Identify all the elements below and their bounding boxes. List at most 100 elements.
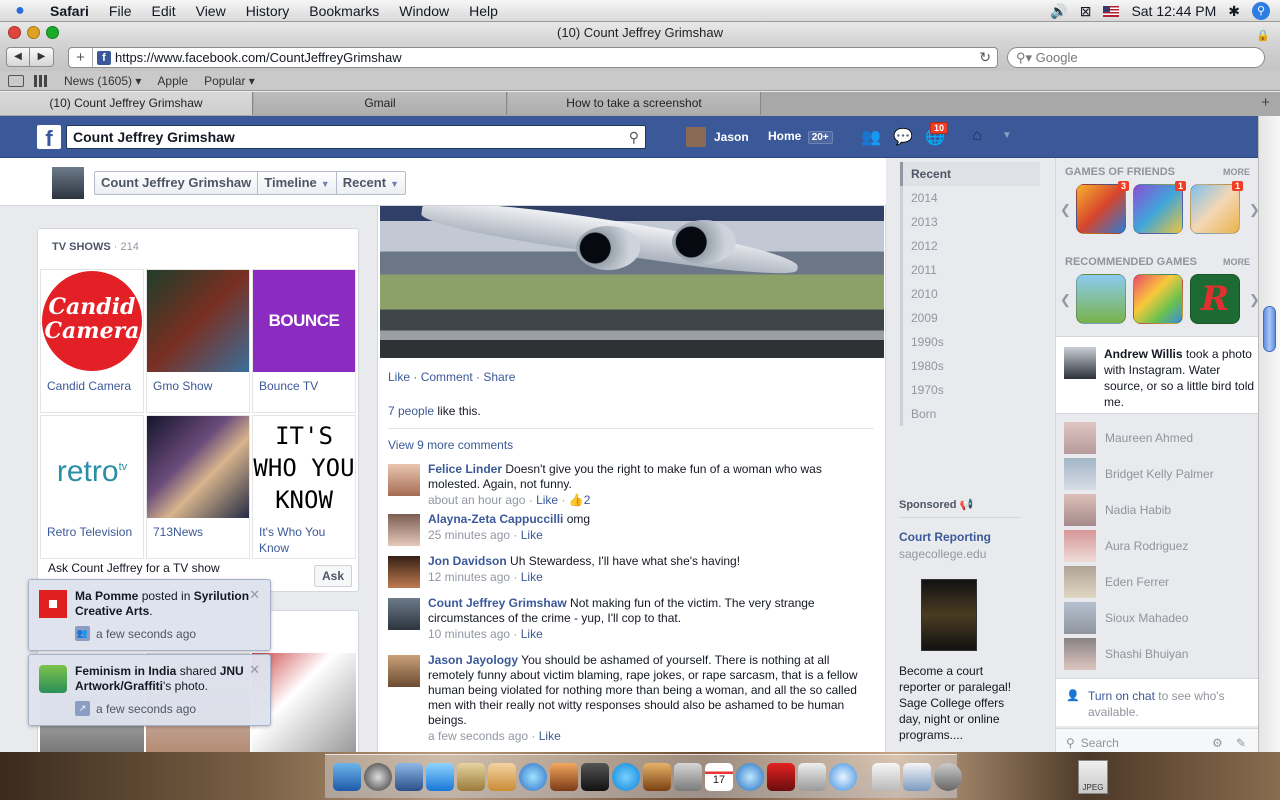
chat-friend[interactable]: Bridget Kelly Palmer: [1064, 456, 1214, 492]
bookmark-popular[interactable]: Popular ▾: [196, 74, 263, 88]
friend-requests-icon[interactable]: 👥: [860, 127, 882, 147]
address-book-icon[interactable]: [457, 762, 485, 791]
crumb-profile-name[interactable]: Count Jeffrey Grimshaw: [95, 172, 259, 194]
notification-toast[interactable]: Ma Pomme posted in Syrilution Creative A…: [28, 579, 271, 651]
add-bookmark-button[interactable]: +: [69, 48, 93, 67]
menu-bookmarks[interactable]: Bookmarks: [299, 3, 389, 19]
notification-toast[interactable]: Feminism in India shared JNU Artwork/Gra…: [28, 654, 271, 726]
ask-button[interactable]: Ask: [313, 565, 352, 587]
compose-icon[interactable]: ✎: [1236, 729, 1246, 752]
share-link[interactable]: Share: [483, 370, 515, 384]
ticker-avatar[interactable]: [1064, 347, 1096, 379]
chat-friend[interactable]: Aura Rodriguez: [1064, 528, 1214, 564]
view-more-comments-link[interactable]: View 9 more comments: [388, 438, 513, 452]
ticker-story[interactable]: Andrew Willis took a photo with Instagra…: [1056, 336, 1258, 414]
tab-screenshot[interactable]: How to take a screenshot: [508, 92, 761, 115]
skype-icon[interactable]: [612, 762, 640, 791]
chevron-left-icon[interactable]: ❮: [1060, 292, 1071, 308]
battery-icon[interactable]: ⊠: [1080, 3, 1092, 20]
ad-url[interactable]: sagecollege.edu: [899, 547, 1021, 561]
tv-show-name[interactable]: It's Who You Know: [253, 518, 355, 562]
facetime-icon[interactable]: [426, 762, 454, 791]
ticker-name[interactable]: Andrew Willis: [1104, 347, 1183, 361]
comment-time[interactable]: 12 minutes ago: [428, 570, 510, 584]
comment-time[interactable]: about an hour ago: [428, 493, 525, 507]
ad-text[interactable]: Become a court reporter or paralegal! Sa…: [899, 663, 1021, 743]
like-link[interactable]: Like: [388, 370, 410, 384]
zoom-window-button[interactable]: [46, 26, 59, 39]
commenter-name[interactable]: Jon Davidson: [428, 554, 507, 568]
tv-show-name[interactable]: Gmo Show: [147, 372, 249, 400]
close-icon[interactable]: ✕: [249, 587, 260, 603]
tv-show-name[interactable]: Bounce TV: [253, 372, 355, 400]
chat-search-input[interactable]: ⚲ Search ⚙ ✎: [1056, 728, 1258, 752]
chat-friend[interactable]: Maureen Ahmed: [1064, 420, 1214, 456]
comment-like-link[interactable]: Like: [539, 729, 561, 743]
reload-icon[interactable]: ↻: [979, 49, 991, 66]
commenter-avatar[interactable]: [388, 655, 420, 687]
apple-menu-icon[interactable]: ●: [0, 2, 40, 20]
top-sites-icon[interactable]: [34, 74, 48, 87]
game-tile[interactable]: 3: [1076, 181, 1129, 234]
desktop-jpeg-file-icon[interactable]: JPEG: [1078, 760, 1108, 794]
scrollbar-thumb[interactable]: [1263, 306, 1276, 352]
jpeg-file-icon[interactable]: [903, 762, 931, 791]
commenter-name[interactable]: Felice Linder: [428, 462, 502, 476]
menu-view[interactable]: View: [186, 3, 236, 19]
reading-list-icon[interactable]: [8, 74, 24, 87]
chat-friend[interactable]: Eden Ferrer: [1064, 564, 1214, 600]
menu-window[interactable]: Window: [389, 3, 459, 19]
commenter-avatar[interactable]: [388, 514, 420, 546]
game-tile[interactable]: 1: [1190, 181, 1243, 234]
menu-help[interactable]: Help: [459, 3, 508, 19]
address-bar[interactable]: + f https://www.facebook.com/CountJeffre…: [68, 47, 998, 68]
document-icon[interactable]: [872, 762, 900, 791]
chat-friend[interactable]: Shashi Bhuiyan: [1064, 636, 1214, 672]
finder-icon[interactable]: [333, 762, 361, 791]
chevron-right-icon[interactable]: ❯: [1249, 292, 1258, 308]
comment-like-link[interactable]: Like: [521, 570, 543, 584]
gear-icon[interactable]: ⚙: [1212, 729, 1223, 752]
search-field[interactable]: ⚲▾ Google: [1007, 47, 1265, 68]
profile-link[interactable]: Jason: [686, 127, 749, 147]
game-tile[interactable]: [1076, 274, 1126, 324]
comment-like-link[interactable]: Like: [521, 528, 543, 542]
ad-image[interactable]: [921, 579, 977, 651]
minimize-window-button[interactable]: [27, 26, 40, 39]
game-tile[interactable]: R: [1190, 274, 1240, 324]
mail-icon[interactable]: [395, 762, 423, 791]
tv-show-name[interactable]: Retro Television: [41, 518, 143, 546]
facebook-search-input[interactable]: Count Jeffrey Grimshaw ⚲: [66, 125, 646, 149]
year-recent[interactable]: Recent: [900, 162, 1040, 186]
comment-time[interactable]: 10 minutes ago: [428, 627, 510, 641]
quicktime-icon[interactable]: [736, 762, 764, 791]
back-button[interactable]: ◀: [6, 47, 30, 67]
imovie-icon[interactable]: [581, 762, 609, 791]
facebook-logo-icon[interactable]: f: [37, 125, 61, 151]
crumb-timeline[interactable]: Timeline ▼: [258, 172, 337, 194]
forward-button[interactable]: ▶: [30, 47, 54, 67]
menu-edit[interactable]: Edit: [141, 3, 185, 19]
url-text[interactable]: https://www.facebook.com/CountJeffreyGri…: [115, 50, 402, 65]
games-of-friends-heading[interactable]: GAMES OF FRIENDS: [1065, 166, 1175, 178]
menu-file[interactable]: File: [99, 3, 142, 19]
menu-app-name[interactable]: Safari: [40, 3, 99, 19]
tv-show-retro[interactable]: retrotv Retro Television: [40, 415, 144, 559]
year-1980s[interactable]: 1980s: [903, 354, 1040, 378]
tv-show-bounce[interactable]: BOUNCE Bounce TV: [252, 269, 356, 413]
bluetooth-icon[interactable]: ✱: [1228, 3, 1240, 20]
calendar-icon[interactable]: 17: [705, 762, 733, 791]
tv-show-candid-camera[interactable]: Candid Camera Candid Camera: [40, 269, 144, 413]
account-menu-chevron-icon[interactable]: ▼: [996, 130, 1018, 150]
notes-icon[interactable]: [488, 762, 516, 791]
recommended-more-link[interactable]: MORE: [1223, 257, 1250, 267]
profile-thumbnail[interactable]: [52, 167, 84, 199]
tab-facebook[interactable]: (10) Count Jeffrey Grimshaw: [0, 92, 253, 115]
privacy-shortcuts-icon[interactable]: ⌂: [966, 127, 988, 147]
games-more-link[interactable]: MORE: [1223, 167, 1250, 177]
megaphone-icon[interactable]: 📢: [960, 499, 974, 511]
volume-icon[interactable]: 🔊: [1050, 3, 1067, 20]
comment-time[interactable]: a few seconds ago: [428, 729, 528, 743]
turn-on-chat-link[interactable]: Turn on chat: [1088, 689, 1155, 703]
menu-history[interactable]: History: [236, 3, 300, 19]
